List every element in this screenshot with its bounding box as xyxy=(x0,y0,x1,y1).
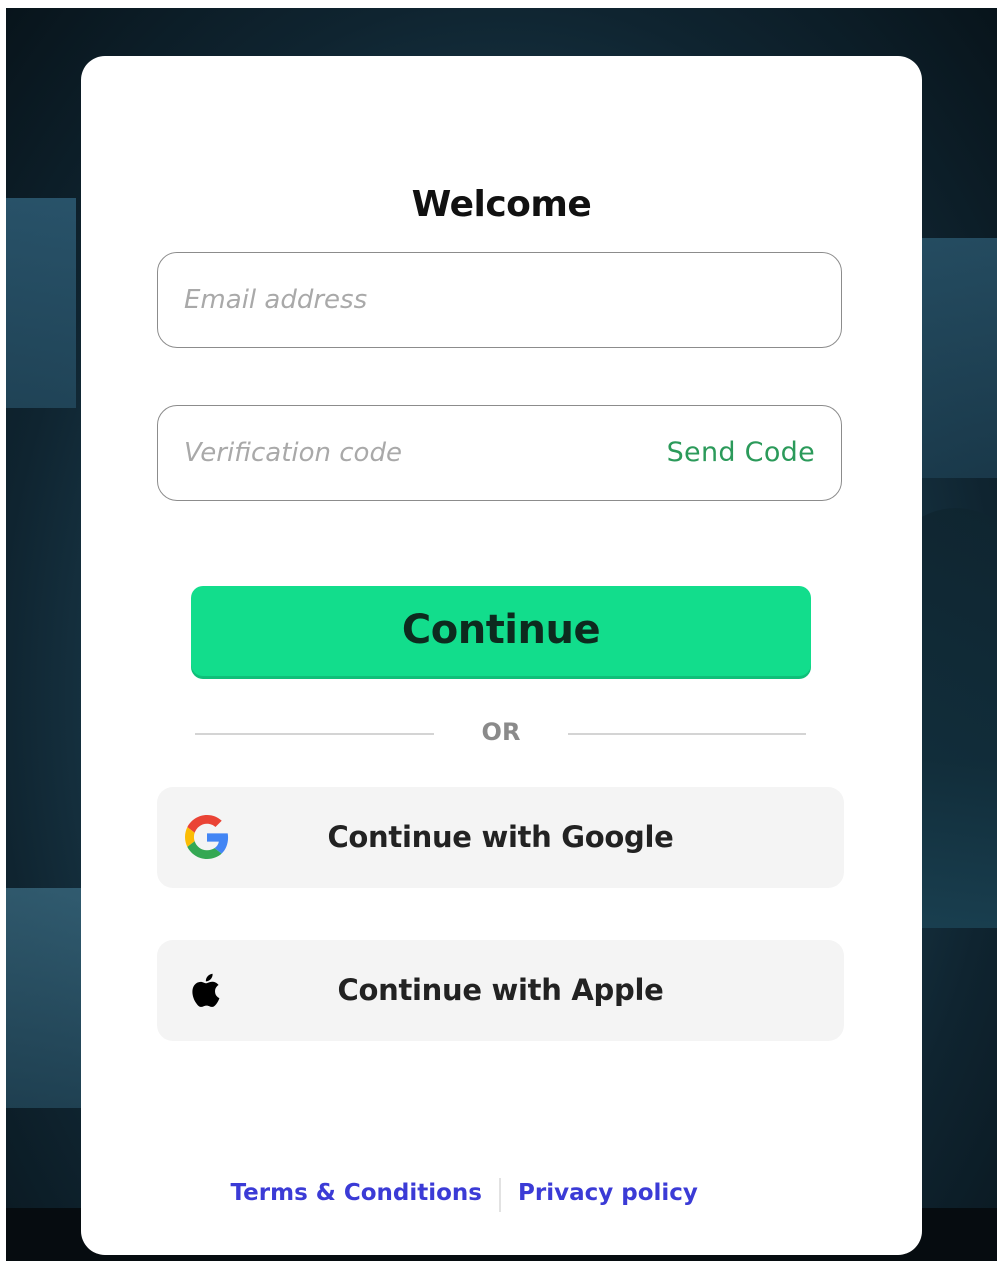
continue-with-google-button[interactable]: Continue with Google xyxy=(157,787,844,888)
background-window-right xyxy=(918,238,997,478)
divider-or-text: OR xyxy=(481,718,521,746)
verification-code-input[interactable] xyxy=(184,406,624,499)
apple-button-label: Continue with Apple xyxy=(337,973,664,1007)
login-card: Welcome Send Code Continue OR Continue w… xyxy=(81,56,922,1255)
apple-icon xyxy=(192,973,220,1007)
google-button-label: Continue with Google xyxy=(327,820,674,854)
terms-link[interactable]: Terms & Conditions xyxy=(231,1180,482,1206)
send-code-button[interactable]: Send Code xyxy=(667,406,815,499)
google-icon xyxy=(185,815,229,859)
background-window-left xyxy=(6,198,76,408)
verification-code-field[interactable]: Send Code xyxy=(157,405,842,501)
divider-line-right xyxy=(568,733,806,735)
page-title: Welcome xyxy=(411,184,592,225)
email-field[interactable] xyxy=(157,252,842,348)
footer-separator xyxy=(499,1178,501,1212)
footer-links: Terms & Conditions Privacy policy xyxy=(81,1176,922,1216)
continue-with-apple-button[interactable]: Continue with Apple xyxy=(157,940,844,1041)
divider-line-left xyxy=(195,733,434,735)
email-input[interactable] xyxy=(184,253,814,346)
continue-button[interactable]: Continue xyxy=(191,586,811,676)
privacy-link[interactable]: Privacy policy xyxy=(518,1180,698,1206)
